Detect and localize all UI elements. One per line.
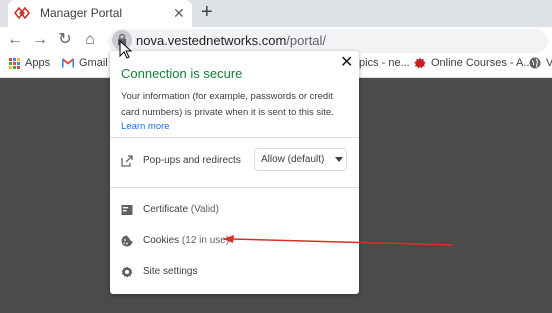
favicon-icon (14, 6, 30, 20)
popups-redirects-select[interactable]: Allow (default) (254, 148, 347, 171)
bookmark-icon (414, 57, 426, 69)
certificate-icon (121, 205, 133, 215)
cookie-icon (121, 235, 133, 247)
cookies-label: Cookies (12 in use) (143, 235, 229, 246)
tab-strip: Manager Portal ✕ + (0, 0, 552, 27)
certificate-row[interactable]: Certificate (Valid) (110, 199, 359, 221)
privacy-info-text: Your information (for example, passwords… (121, 91, 334, 118)
bookmark-label: Apps (25, 57, 51, 69)
certificate-label: Certificate (Valid) (143, 204, 219, 215)
certificate-status: (Valid) (190, 204, 219, 215)
divider (110, 187, 359, 188)
url-path: /portal/ (286, 33, 327, 48)
learn-more-link[interactable]: Learn more (121, 121, 170, 132)
bookmark-online-courses[interactable]: Online Courses - A... (414, 57, 533, 69)
forward-arrow-icon[interactable]: → (31, 31, 49, 49)
chevron-down-icon (335, 157, 343, 162)
gear-icon (121, 266, 133, 278)
cookies-row[interactable]: Cookies (12 in use) (110, 230, 359, 252)
close-icon[interactable]: ✕ (340, 55, 353, 71)
certificate-text: Certificate (143, 204, 189, 215)
close-icon[interactable]: ✕ (173, 5, 185, 21)
bookmark-label: V (546, 57, 552, 69)
bookmark-label: Online Courses - A... (431, 57, 533, 69)
apps-grid-icon (9, 57, 20, 69)
bookmark-label: pics - ne... (359, 57, 410, 69)
tab-title: Manager Portal (40, 6, 123, 20)
bookmark-gmail[interactable]: Gmail (62, 57, 108, 69)
popups-redirects-label: Pop-ups and redirects (143, 155, 241, 166)
divider (110, 137, 359, 138)
bookmark-label: Gmail (79, 57, 108, 69)
home-icon[interactable]: ⌂ (81, 31, 99, 49)
site-info-popup: ✕ Connection is secure Your information … (110, 51, 359, 294)
tab-manager-portal[interactable]: Manager Portal ✕ (8, 0, 192, 27)
site-info-button[interactable] (112, 30, 132, 50)
cookies-status: (12 in use) (181, 235, 230, 246)
bookmark-v[interactable]: V (529, 57, 552, 69)
plus-icon[interactable]: + (201, 2, 213, 22)
gmail-icon (62, 58, 74, 68)
open-external-icon (121, 155, 133, 167)
cookies-text: Cookies (143, 235, 180, 246)
bookmark-pics[interactable]: pics - ne... (359, 57, 410, 69)
back-arrow-icon[interactable]: ← (6, 31, 24, 49)
bookmark-apps[interactable]: Apps (9, 57, 50, 69)
reload-icon[interactable]: ↻ (56, 31, 74, 49)
globe-icon (529, 57, 541, 69)
url-domain: nova.vestednetworks.com (136, 33, 287, 48)
select-value: Allow (default) (261, 154, 325, 165)
url-text[interactable]: nova.vestednetworks.com/portal/ (136, 33, 326, 48)
connection-status-title: Connection is secure (121, 66, 243, 81)
lock-icon (118, 33, 126, 46)
site-settings-row[interactable]: Site settings (110, 261, 359, 283)
site-settings-label: Site settings (143, 266, 198, 277)
